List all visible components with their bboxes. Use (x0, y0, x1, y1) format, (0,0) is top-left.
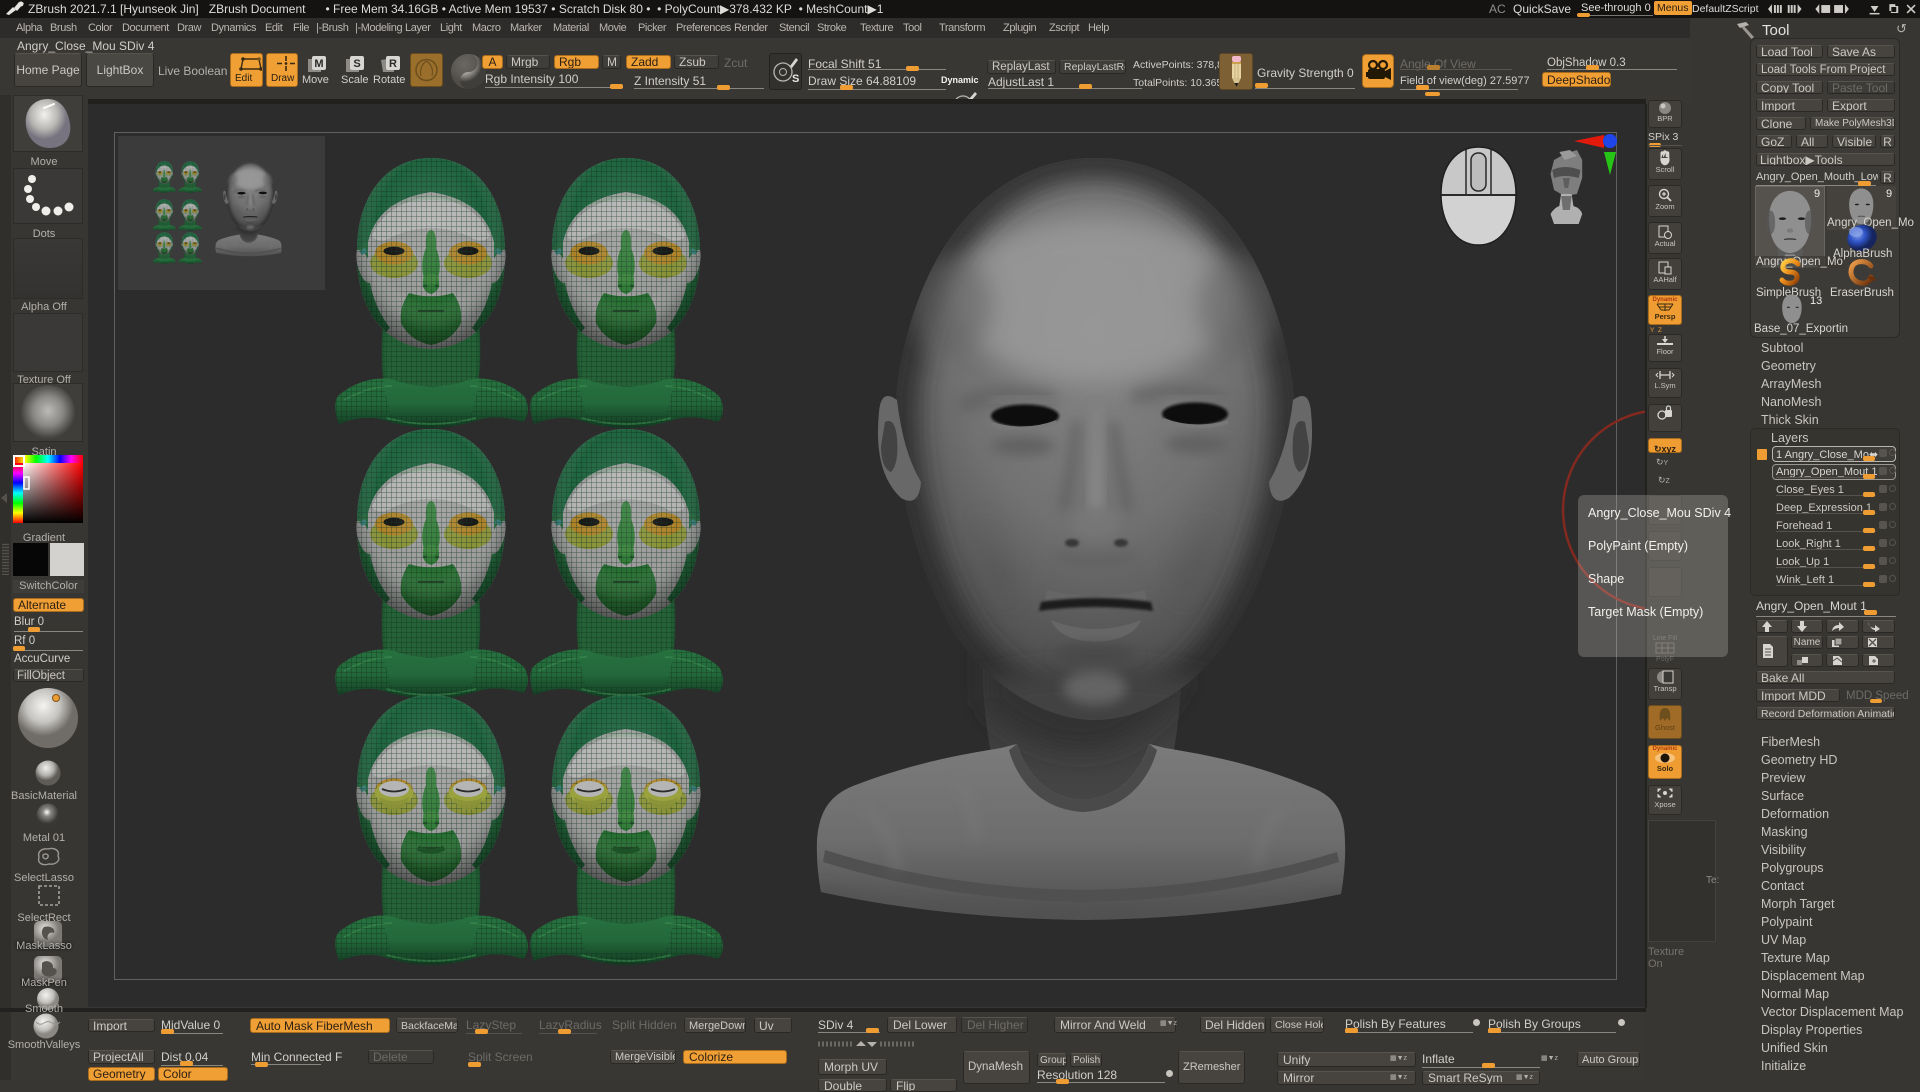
svg-text:R: R (389, 58, 397, 70)
svg-text:S: S (353, 58, 360, 70)
svg-text:S: S (792, 73, 799, 85)
svg-text:M: M (314, 58, 323, 70)
